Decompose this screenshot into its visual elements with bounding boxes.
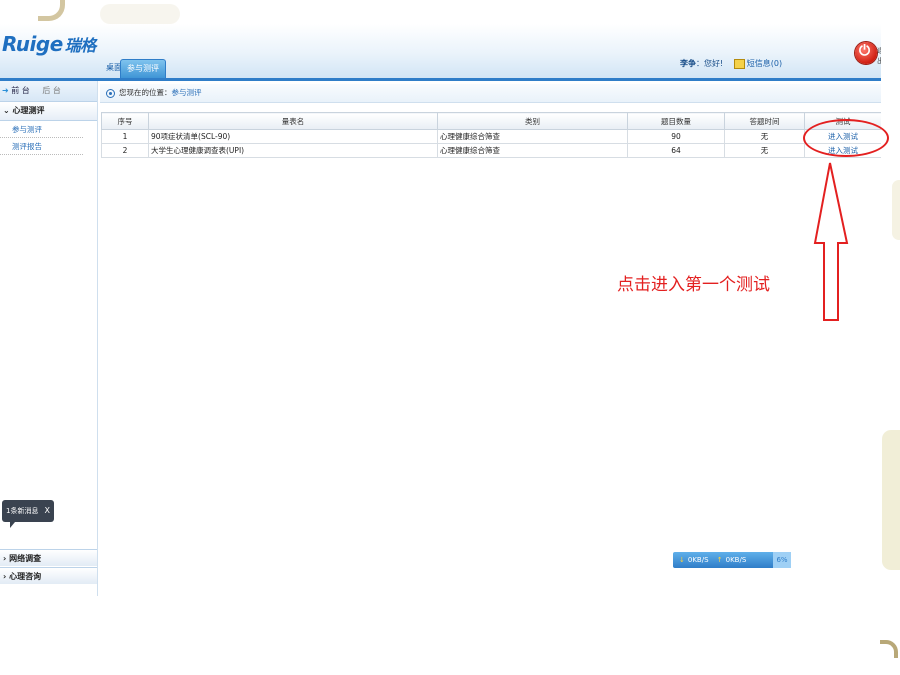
toast-text: 1条新消息 (6, 507, 39, 515)
download-arrow-icon: ↓ (679, 556, 685, 564)
column-header: 量表名 (148, 112, 438, 130)
breadcrumb: 您现在的位置：参与测评 (100, 84, 881, 103)
column-header: 类别 (437, 112, 628, 130)
sidebar-section-counseling[interactable]: › 心理咨询 (0, 567, 97, 584)
question-count: 64 (627, 143, 725, 158)
sidebar-section-survey[interactable]: › 网络调查 (0, 549, 97, 566)
slide-decoration (892, 180, 900, 240)
scale-category: 心理健康综合筛查 (437, 143, 628, 158)
up-arrow-annotation (813, 162, 849, 321)
sidebar-section-label: 网络调查 (9, 554, 42, 563)
upload-speed: 0KB/S (725, 556, 747, 564)
back-button[interactable]: 后 台 (42, 86, 61, 95)
download-speed: 0KB/S (687, 556, 709, 564)
column-header: 答题时间 (724, 112, 805, 130)
logo: Ruige 瑞格 (2, 32, 96, 56)
chevron-right-icon: › (3, 554, 7, 563)
annotation-text: 点击进入第一个测试 (617, 275, 770, 295)
network-speed-widget: ↓ 0KB/S ↑ 0KB/S 6% (673, 552, 791, 568)
answer-time: 无 (724, 129, 805, 144)
sidebar: ➜ 前 台 后 台 ⌄ 心理测评 参与测评 测评报告 1条新消息 X › 网络调查… (0, 81, 98, 596)
sidebar-item-report[interactable]: 测评报告 (0, 138, 83, 155)
message-icon[interactable] (733, 58, 745, 69)
tab-participate[interactable]: 参与测评 (120, 59, 166, 78)
greeting: ：您好! (696, 59, 724, 68)
row-number: 2 (101, 143, 149, 158)
sidebar-item-label: 测评报告 (12, 142, 42, 151)
front-back-switch: ➜ 前 台 后 台 (0, 81, 97, 102)
question-count: 90 (627, 129, 725, 144)
scale-name: 90项症状清单(SCL-90) (148, 129, 438, 144)
sidebar-item-participate[interactable]: 参与测评 (0, 121, 83, 138)
scale-name: 大学生心理健康调查表(UPI) (148, 143, 438, 158)
sidebar-section-psych-test[interactable]: ⌄ 心理测评 (0, 102, 97, 121)
chevron-right-icon: › (3, 572, 7, 581)
column-header: 序号 (101, 112, 149, 130)
highlight-ellipse (803, 119, 889, 157)
scale-table: 序号 量表名 类别 题目数量 答题时间 测试 1 90项症状清单(SCL-90)… (101, 112, 881, 158)
table-row: 2 大学生心理健康调查表(UPI) 心理健康综合筛查 64 无 进入测试 (101, 143, 881, 158)
breadcrumb-prefix: 您现在的位置： (119, 88, 172, 97)
slide-decoration (880, 640, 898, 658)
app-window: Ruige瑞格 桌面 参与测评 李争：您好! 短信息(0) 退出 ➜ 前 台 后… (0, 24, 881, 596)
answer-time: 无 (724, 143, 805, 158)
arrow-right-icon: ➜ (2, 86, 9, 95)
logo-latin: Ruige (2, 32, 63, 56)
sidebar-item-label: 参与测评 (12, 125, 42, 134)
user-info: 李争：您好! 短信息(0) (680, 58, 782, 69)
chevron-down-icon: ⌄ (3, 106, 10, 115)
breadcrumb-location[interactable]: 参与测评 (172, 88, 202, 97)
usage-percent: 6% (773, 552, 791, 568)
location-icon (106, 88, 115, 98)
table-header-row: 序号 量表名 类别 题目数量 答题时间 测试 (101, 112, 881, 130)
power-icon[interactable] (855, 42, 877, 64)
column-header: 题目数量 (627, 112, 725, 130)
header: Ruige瑞格 桌面 参与测评 李争：您好! 短信息(0) 退出 (0, 24, 881, 81)
slide-decoration (38, 0, 65, 21)
sidebar-section-label: 心理咨询 (9, 572, 42, 581)
sidebar-section-label: 心理测评 (12, 106, 45, 115)
new-message-toast[interactable]: 1条新消息 X (2, 500, 54, 528)
front-button[interactable]: 前 台 (11, 86, 30, 95)
slide-decoration (100, 4, 180, 24)
exit-label[interactable]: 退出 (877, 46, 881, 66)
logo-cn: 瑞格 (64, 36, 97, 55)
messages-link[interactable]: 短信息(0) (747, 59, 782, 68)
upload-arrow-icon: ↑ (716, 556, 723, 564)
row-number: 1 (101, 129, 149, 144)
scale-category: 心理健康综合筛查 (437, 129, 628, 144)
user-name: 李争 (680, 59, 696, 68)
close-icon[interactable]: X (44, 506, 49, 515)
slide-decoration (882, 430, 900, 570)
table-row: 1 90项症状清单(SCL-90) 心理健康综合筛查 90 无 进入测试 (101, 129, 881, 144)
